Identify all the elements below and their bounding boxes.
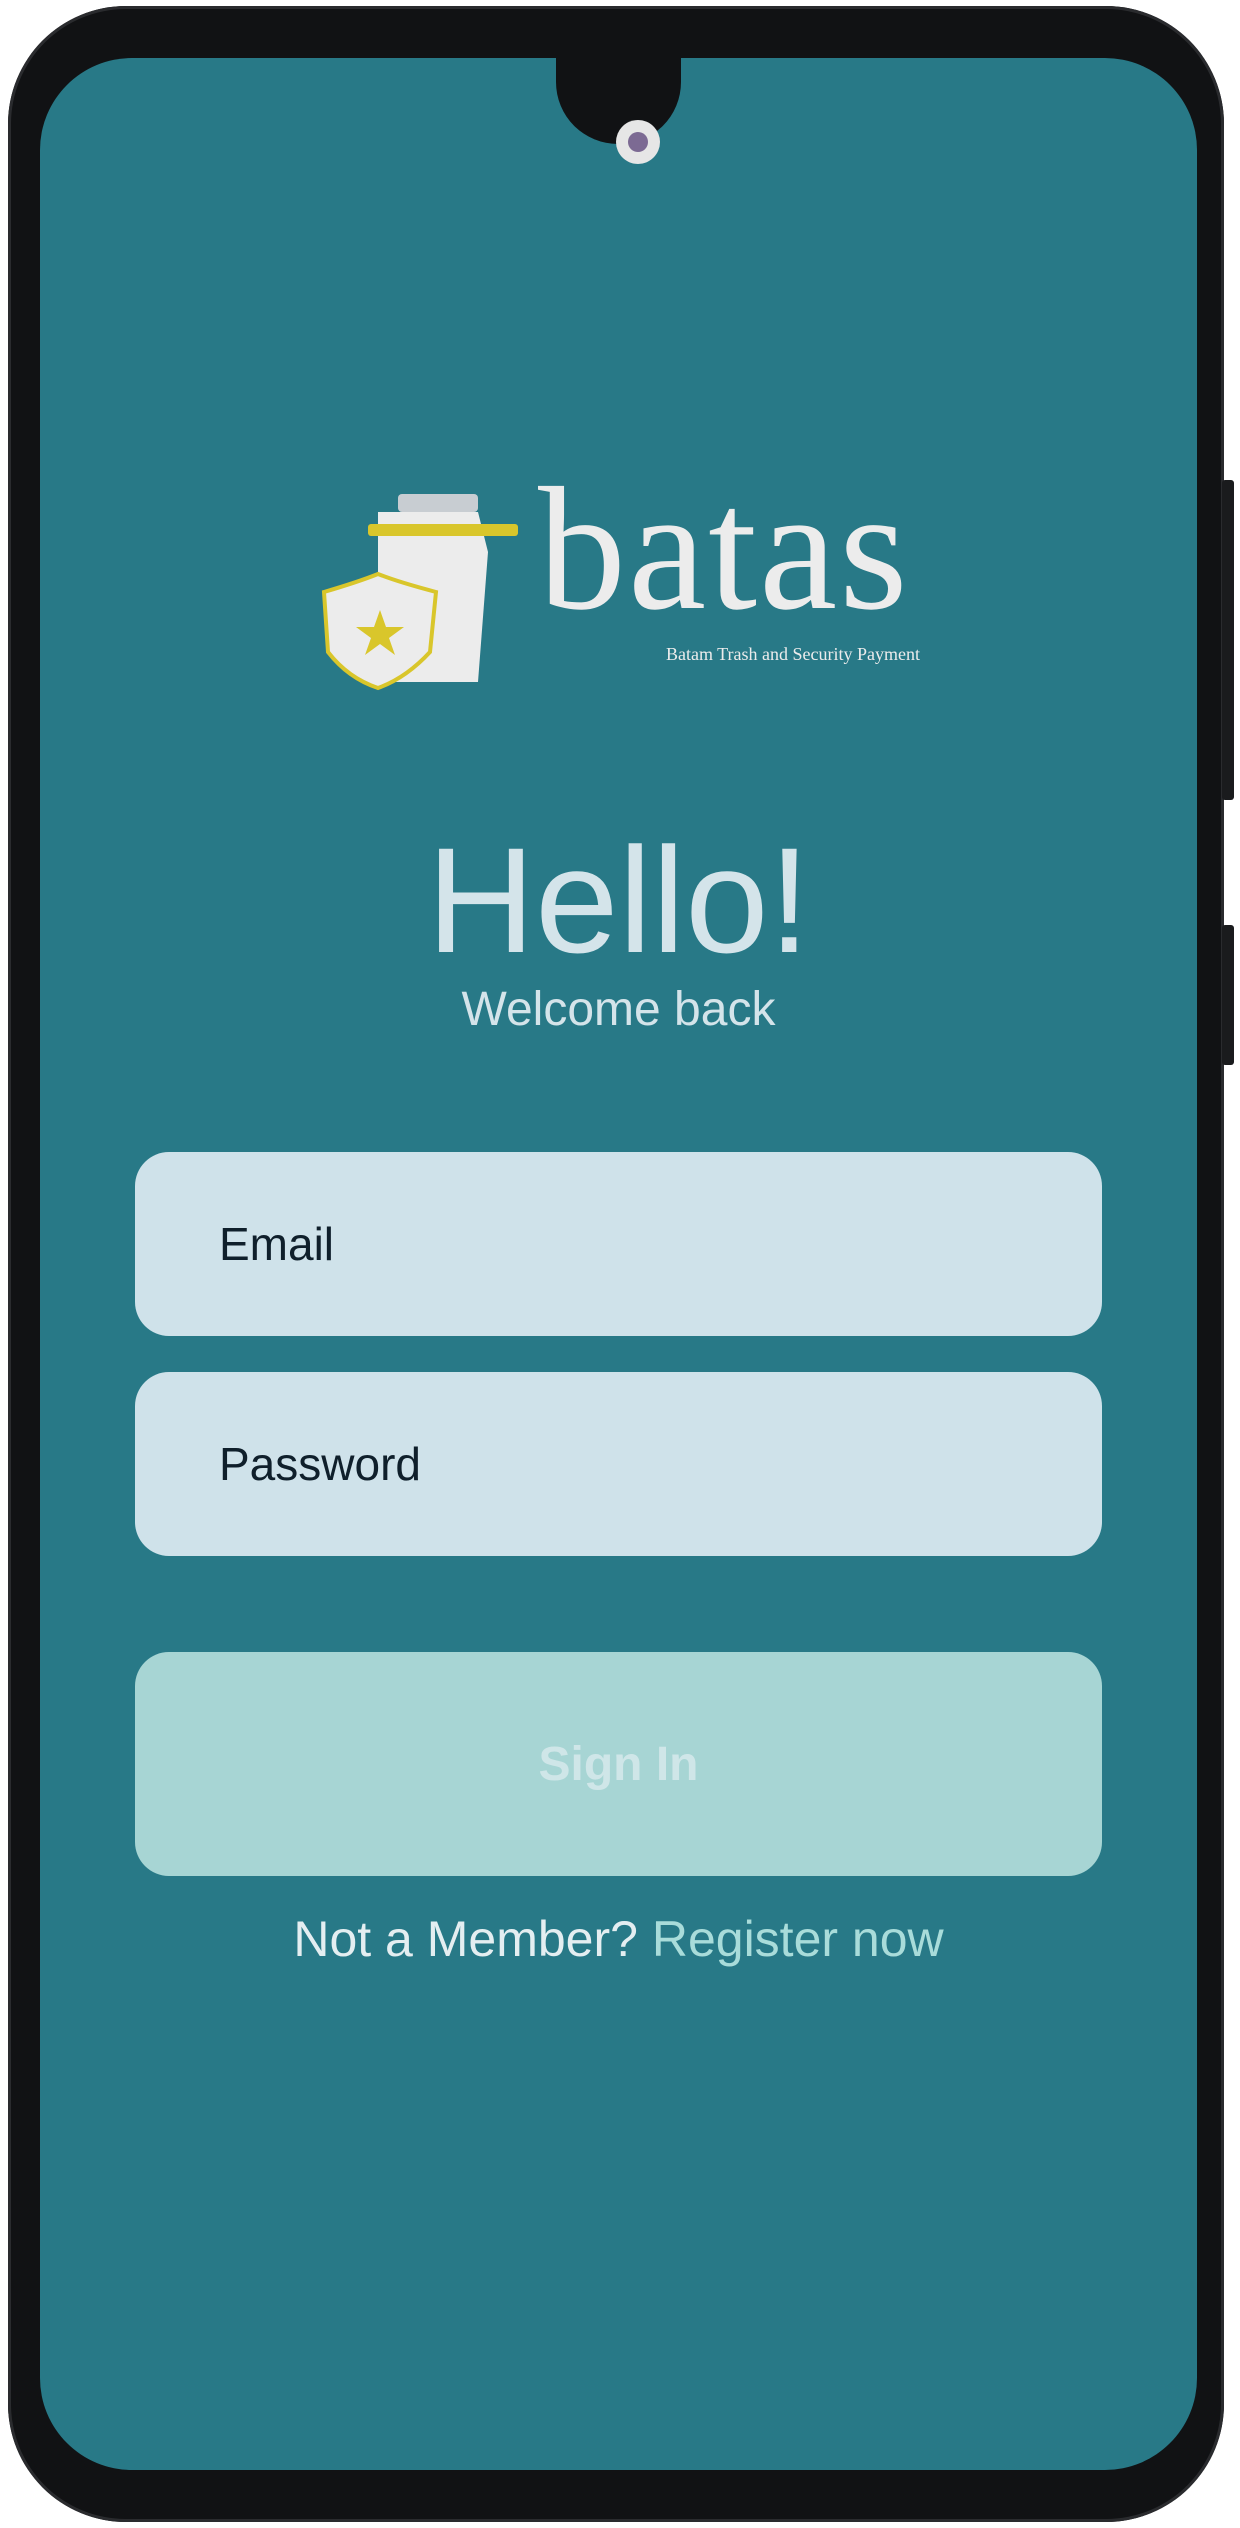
app-screen: batas Batam Trash and Security Payment H… bbox=[40, 58, 1197, 2470]
register-link[interactable]: Register now bbox=[652, 1911, 944, 1967]
greeting-title: Hello! bbox=[426, 816, 811, 984]
power-button bbox=[1222, 925, 1234, 1065]
greeting-subtitle: Welcome back bbox=[461, 983, 776, 1036]
password-field[interactable] bbox=[135, 1372, 1102, 1556]
sign-in-button[interactable]: Sign In bbox=[135, 1652, 1102, 1876]
front-camera-icon bbox=[616, 120, 660, 164]
register-prompt-text: Not a Member? bbox=[293, 1911, 638, 1967]
password-input[interactable] bbox=[217, 1436, 1102, 1492]
email-input[interactable] bbox=[217, 1216, 1102, 1272]
volume-button bbox=[1222, 480, 1234, 800]
brand-tagline: Batam Trash and Security Payment bbox=[666, 644, 920, 664]
trash-bin-with-shield-icon bbox=[321, 494, 518, 691]
brand-name: batas bbox=[538, 452, 910, 647]
email-field[interactable] bbox=[135, 1152, 1102, 1336]
app-logo: batas Batam Trash and Security Payment bbox=[318, 462, 998, 702]
register-prompt: Not a Member? Register now bbox=[40, 1910, 1197, 1968]
